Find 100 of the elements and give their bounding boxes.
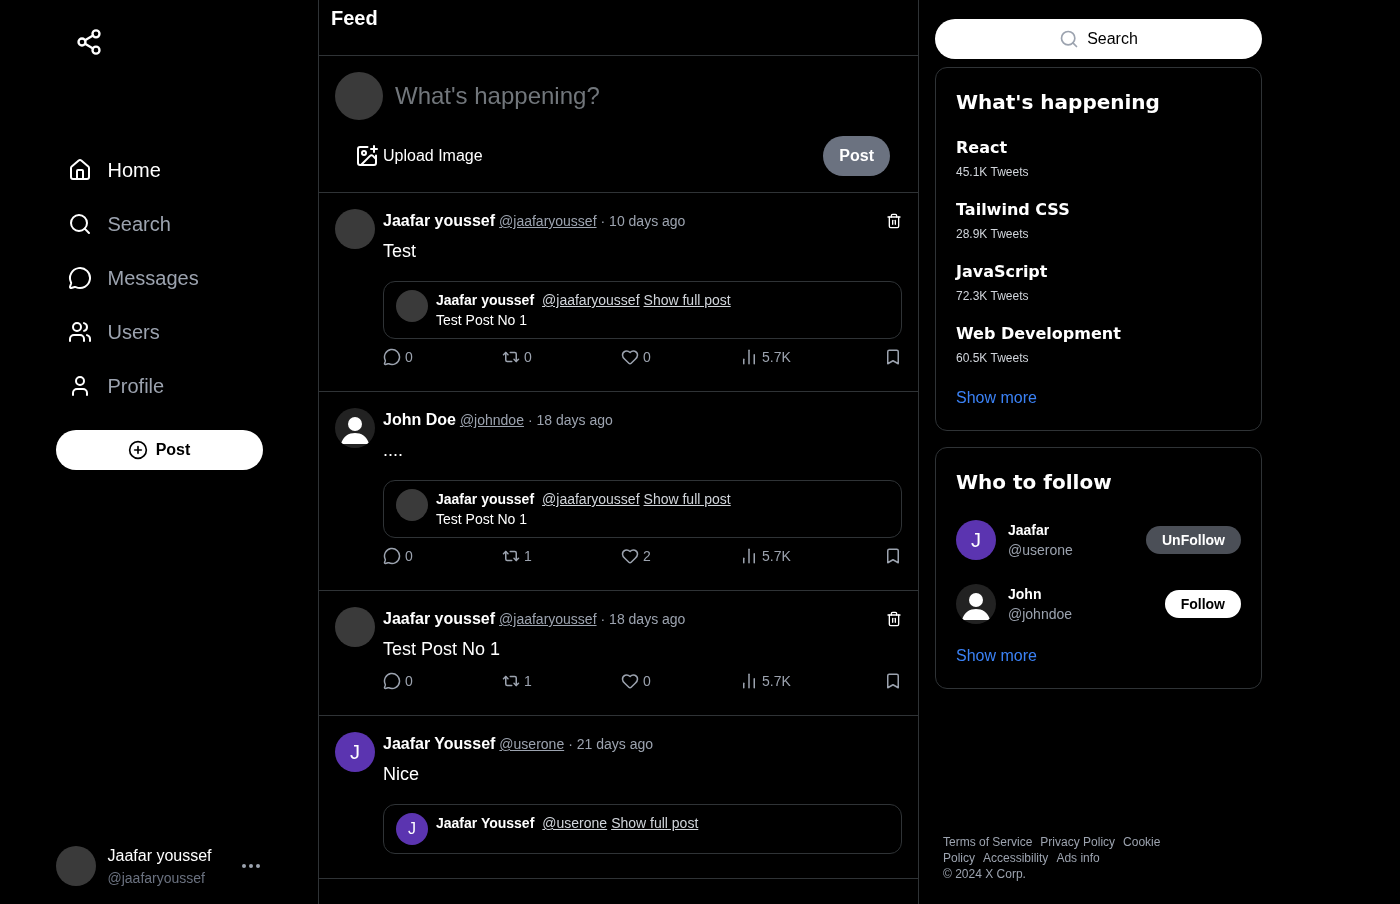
post-text: Nice	[383, 763, 420, 786]
compose-post-button[interactable]: Post	[823, 136, 890, 176]
quoted-post-card[interactable]: J Jaafar Youssef @userone Show full post	[383, 804, 902, 854]
avatar-photo-placeholder	[396, 489, 428, 521]
show-full-post-link[interactable]: Show full post	[643, 489, 731, 509]
footer-link[interactable]: Policy	[943, 850, 975, 866]
stat-count: 1	[524, 672, 532, 691]
speech-bubble-icon	[67, 266, 92, 290]
users-icon	[67, 320, 92, 344]
account-handle: @jaafaryoussef	[107, 869, 206, 888]
plus-circle-icon	[127, 440, 148, 460]
nav-item[interactable]: Users	[55, 318, 263, 346]
avatar-photo-placeholder	[335, 607, 375, 647]
stat-count: 0	[405, 672, 413, 691]
trend-item[interactable]: React 45.1K Tweets	[956, 136, 1241, 180]
show-more-link[interactable]: Show more	[956, 386, 1241, 410]
post-time: · 10 days ago	[600, 212, 686, 231]
nav-item[interactable]: Home	[55, 156, 263, 184]
footer-link[interactable]: Cookie	[1123, 834, 1161, 850]
share-logo-icon[interactable]	[75, 28, 103, 56]
heart-icon[interactable]	[621, 547, 639, 565]
stat-count: 1	[524, 547, 532, 566]
show-full-post-link[interactable]: Show full post	[643, 290, 731, 310]
delete-icon[interactable]	[886, 213, 902, 229]
compose-input[interactable]: What's happening?	[395, 80, 902, 112]
stat-count: 2	[643, 547, 651, 566]
views-icon[interactable]	[740, 547, 758, 565]
post-text: Test	[383, 240, 417, 263]
user-name: John	[1008, 585, 1043, 604]
post-time: · 21 days ago	[568, 735, 653, 754]
bookmark-icon[interactable]	[884, 672, 902, 690]
quoted-text: Test Post No 1	[436, 510, 529, 529]
post-author: Jaafar Youssef	[383, 734, 496, 754]
comment-icon[interactable]	[383, 547, 401, 565]
follow-title: Who to follow	[956, 469, 1113, 496]
quoted-text: Test Post No 1	[436, 311, 529, 330]
post-handle[interactable]: @jaafaryoussef	[499, 211, 597, 231]
trend-item[interactable]: Tailwind CSS 28.9K Tweets	[956, 198, 1241, 242]
quoted-post-card[interactable]: Jaafar youssef @jaafaryoussef Show full post Test Post No 1	[383, 281, 902, 339]
footer-link[interactable]: Ads info	[1056, 850, 1100, 866]
image-plus-icon	[355, 144, 379, 168]
delete-icon[interactable]	[886, 611, 902, 627]
post-handle[interactable]: @userone	[499, 734, 565, 754]
quoted-handle[interactable]: @userone	[542, 813, 608, 833]
user-handle: @johndoe	[1008, 605, 1073, 624]
quoted-author: Jaafar youssef	[436, 490, 535, 509]
show-full-post-link[interactable]: Show full post	[611, 813, 699, 833]
footer-link[interactable]: Terms of Service	[943, 834, 1033, 850]
upload-image-button[interactable]: Upload Image	[355, 144, 483, 168]
comment-icon[interactable]	[383, 672, 401, 690]
comment-icon[interactable]	[383, 348, 401, 366]
account-name: Jaafar youssef	[107, 846, 212, 866]
letter-avatar: J	[396, 813, 428, 845]
post-author: John Doe	[383, 410, 456, 430]
avatar-photo-placeholder	[335, 72, 383, 120]
post-text: ....	[383, 439, 404, 462]
quoted-author: Jaafar Youssef	[436, 814, 535, 833]
quoted-post-card[interactable]: Jaafar youssef @jaafaryoussef Show full post Test Post No 1	[383, 480, 902, 538]
stat-count: 5.7K	[762, 348, 791, 367]
quoted-handle[interactable]: @jaafaryoussef	[542, 290, 640, 310]
user-handle: @userone	[1008, 541, 1073, 560]
bookmark-icon[interactable]	[884, 547, 902, 565]
feed-title: Feed	[331, 5, 378, 31]
post-handle[interactable]: @johndoe	[459, 410, 524, 430]
post-button[interactable]: Post	[55, 430, 263, 470]
avatar-photo-placeholder	[396, 290, 428, 322]
show-more-link[interactable]: Show more	[956, 644, 1241, 668]
letter-avatar: J	[335, 732, 375, 772]
post-handle[interactable]: @jaafaryoussef	[499, 609, 597, 629]
search-icon	[1059, 29, 1079, 49]
stat-count: 5.7K	[762, 672, 791, 691]
trend-item[interactable]: JavaScript 72.3K Tweets	[956, 260, 1241, 304]
follow-button[interactable]: Follow	[1164, 590, 1241, 618]
post-text: Test Post No 1	[383, 638, 502, 661]
letter-avatar: J	[956, 520, 996, 560]
avatar-photo-placeholder	[55, 846, 96, 886]
user-name: Jaafar	[1008, 521, 1051, 540]
heart-icon[interactable]	[621, 348, 639, 366]
footer-link[interactable]: Privacy Policy	[1040, 834, 1116, 850]
nav-item[interactable]: Messages	[55, 264, 263, 292]
views-icon[interactable]	[740, 348, 758, 366]
stat-count: 0	[643, 672, 651, 691]
post-author: Jaafar youssef	[383, 211, 496, 231]
footer-link[interactable]: Accessibility	[983, 850, 1049, 866]
footer-link[interactable]: © 2024 X Corp.	[943, 866, 1026, 882]
avatar-photo-placeholder	[335, 209, 375, 249]
post-time: · 18 days ago	[600, 610, 686, 629]
stat-count: 0	[643, 348, 651, 367]
search-icon	[67, 212, 92, 236]
bookmark-icon[interactable]	[884, 348, 902, 366]
search-field[interactable]: Search	[935, 19, 1262, 59]
nav-item[interactable]: Search	[55, 210, 263, 238]
follow-button[interactable]: UnFollow	[1146, 526, 1241, 554]
trends-title: What's happening	[956, 89, 1161, 116]
trend-item[interactable]: Web Development 60.5K Tweets	[956, 322, 1241, 366]
quoted-handle[interactable]: @jaafaryoussef	[542, 489, 640, 509]
views-icon[interactable]	[740, 672, 758, 690]
nav-item[interactable]: Profile	[55, 372, 263, 400]
heart-icon[interactable]	[621, 672, 639, 690]
stat-count: 0	[524, 348, 532, 367]
